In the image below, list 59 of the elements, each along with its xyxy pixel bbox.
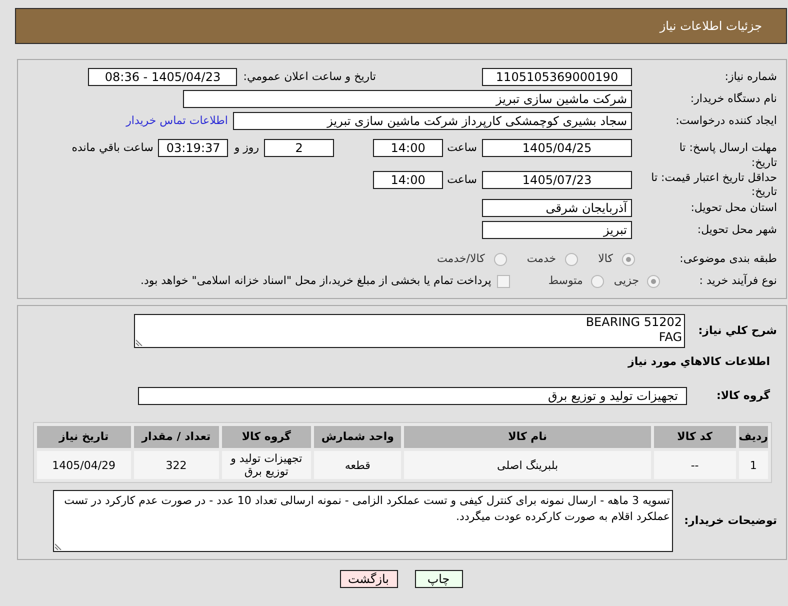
buyer-org-field[interactable]: شرکت ماشین سازی تبریز [183, 90, 632, 108]
resize-grip-icon [55, 543, 62, 550]
goods-group-field[interactable]: تجهیزات تولید و توزیع برق [138, 387, 687, 405]
column-header: واحد شمارش [314, 426, 402, 448]
section-title: اطلاعات کالاهاي مورد نیاز [628, 354, 770, 370]
contact-link[interactable]: اطلاعات تماس خریدار [126, 112, 228, 130]
process-option[interactable]: جزیی [614, 272, 660, 290]
table-cell: قطعه [314, 451, 402, 479]
deadline-time-field[interactable]: 14:00 [373, 139, 444, 157]
print-button[interactable]: چاپ [414, 570, 462, 588]
field-label: ایجاد کننده درخواست: [674, 113, 777, 129]
category-option[interactable]: خدمت [526, 250, 578, 268]
description-field[interactable]: BEARING 51202 FAG [134, 314, 685, 348]
column-header: نام کالا [404, 426, 651, 448]
field-label: ساعت [447, 140, 477, 156]
column-header: ردیف [738, 426, 768, 448]
days-field[interactable]: 2 [264, 139, 334, 157]
column-header: گروه کالا [222, 426, 312, 448]
table-cell: 322 [134, 451, 219, 479]
field-label: توضیحات خریدار: [683, 512, 777, 529]
category-option[interactable]: کالا [598, 250, 635, 268]
table-cell: -- [654, 451, 736, 479]
table-cell: بلبرینگ اصلی [404, 451, 651, 479]
column-header: تعداد / مقدار [134, 426, 219, 448]
field-label: شهر محل تحویل: [696, 222, 777, 238]
field-label: حداقل تاریخ اعتبار قیمت: تا تاریخ: [650, 171, 777, 199]
requester-field[interactable]: سجاد بشیری کوچمشکی کارپرداز شرکت ماشین سازی تبریز [233, 112, 632, 130]
announcement-date-field[interactable]: 1405/04/23 - 08:36 [88, 68, 238, 86]
deadline-date-field[interactable]: 1405/04/25 [482, 139, 632, 157]
remaining-time-field[interactable]: 03:19:37 [158, 139, 228, 157]
page-title: جزئیات اطلاعات نیاز [660, 18, 762, 35]
process-option[interactable]: متوسط [548, 272, 604, 290]
notes-field[interactable]: تسویه 3 ماهه - ارسال نمونه برای کنترل کیفی و تست عملکرد الزامی - نمونه ارسالی تعداد 10 عدد - در صورت عدم کارکرد در تست عملکرد اقلام به صورت کارکرده عودت میگردد. [53, 490, 673, 552]
column-header: تاریخ نیاز [37, 426, 131, 448]
field-label: شرح کلي نیاز: [697, 322, 777, 339]
field-label: ساعت [447, 172, 477, 188]
category-option[interactable]: کالا/خدمت [437, 250, 507, 268]
validity-date-field[interactable]: 1405/07/23 [482, 171, 632, 189]
field-label: گروه کالا: [715, 388, 770, 404]
field-label: طبقه بندی موضوعی: [678, 251, 777, 267]
field-label: نوع فرآیند خرید : [698, 272, 777, 289]
province-field[interactable]: آذربایجان شرقی [482, 199, 632, 217]
treasury-option[interactable]: پرداخت تمام یا بخشی از مبلغ خرید،از محل "اسناد خزانه اسلامی" خواهد بود. [140, 272, 510, 290]
resize-grip-icon [136, 339, 143, 346]
field-label: روز و [234, 140, 260, 156]
field-label: شماره نیاز: [724, 69, 777, 85]
city-field[interactable]: تبریز [482, 221, 632, 239]
column-header: کد کالا [654, 426, 736, 448]
field-label: تاریخ و ساعت اعلان عمومي: [243, 69, 376, 85]
table-cell: 1 [738, 451, 768, 479]
table-cell: 1405/04/29 [37, 451, 131, 479]
field-label: استان محل تحویل: [690, 200, 777, 216]
back-button[interactable]: بازگشت [340, 570, 398, 588]
field-label: مهلت ارسال پاسخ: تا تاریخ: [678, 140, 777, 170]
validity-time-field[interactable]: 14:00 [373, 171, 444, 189]
field-label: ساعت باقي مانده [72, 140, 154, 156]
need-number-field[interactable]: 1105105369000190 [482, 68, 632, 86]
field-label: نام دستگاه خریدار: [689, 91, 777, 107]
table-cell: تجهیزات تولید و توزیع برق [222, 451, 312, 479]
